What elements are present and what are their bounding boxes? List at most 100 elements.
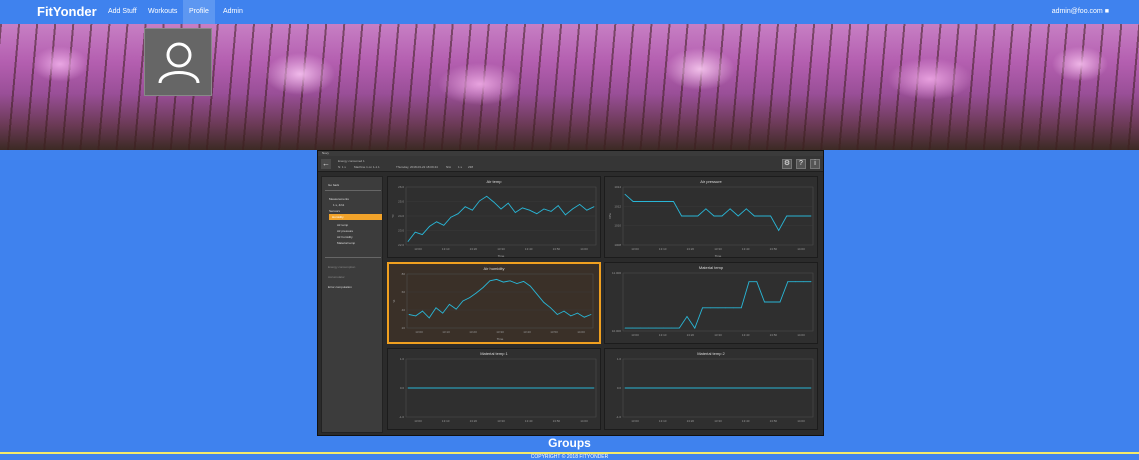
x-tick-label: 13:00 — [415, 330, 423, 334]
sidebar-item-measurements[interactable]: Measurements — [329, 197, 349, 201]
x-tick-label: 13:30 — [714, 333, 722, 337]
data-point — [579, 204, 581, 205]
nav-admin[interactable]: Admin — [217, 0, 249, 24]
nav-profile[interactable]: Profile — [183, 0, 215, 24]
data-point — [469, 297, 471, 299]
sidebar-go-back[interactable]: Go back — [328, 183, 339, 187]
y-tick-label: 40 — [402, 308, 406, 312]
user-menu[interactable]: admin@foo.com ■ — [1052, 0, 1109, 24]
chart-tile-material-temp-2[interactable]: Material temp 2 1.0 0.0 -1.0 13:00 13:10 13:2… — [604, 348, 818, 430]
sidebar-item-accumulator[interactable]: Accumulator — [328, 275, 345, 279]
data-point — [450, 216, 452, 218]
x-tick-label: 13:10 — [659, 419, 667, 423]
x-tick-label: 13:00 — [414, 247, 422, 251]
y-tick-label: 80 — [402, 272, 406, 276]
x-tick-label: 13:50 — [550, 330, 558, 334]
data-point — [496, 279, 498, 280]
data-point — [737, 215, 739, 217]
data-point — [586, 209, 588, 211]
header-field: 1 s — [458, 165, 463, 169]
data-point — [694, 327, 696, 329]
back-arrow-icon[interactable]: ← — [321, 159, 331, 169]
data-point — [689, 215, 691, 217]
chart-tile-air-temp[interactable]: Air temp 26.0 25.0 24.0 23.0 22.0 13:00 13:10 1… — [387, 176, 601, 258]
data-point — [514, 212, 516, 213]
data-point — [543, 301, 545, 303]
sidebar-item-error-computation[interactable]: Error computation — [328, 285, 352, 289]
data-point — [810, 215, 812, 217]
data-point — [733, 307, 734, 309]
data-point — [502, 281, 504, 283]
sidebar-item-air-humidity[interactable]: Air humidity — [337, 235, 353, 239]
nav-workouts[interactable]: Workouts — [142, 0, 183, 24]
data-point — [624, 387, 626, 389]
chart-tile-material-temp[interactable]: Material temp 11.000 10.000 13:00 13:10 13:2… — [604, 262, 818, 344]
x-tick-label: 13:10 — [442, 419, 450, 423]
x-tick-label: 13:50 — [770, 333, 778, 337]
data-point — [647, 327, 649, 329]
data-point — [756, 281, 758, 283]
data-point — [810, 387, 812, 389]
data-point — [493, 201, 495, 203]
x-tick-label: 14:00 — [580, 419, 588, 423]
app-sidebar: Go back Measurements 1 s, 4/11 Sensors H… — [321, 176, 383, 433]
sidebar-item-energy[interactable]: Energy consumption — [328, 265, 355, 269]
sidebar-item-sensors[interactable]: Sensors — [329, 209, 340, 213]
data-point — [784, 387, 785, 389]
sidebar-item-material-temp[interactable]: Material temp — [337, 241, 355, 245]
data-point — [770, 215, 771, 217]
y-tick-label: 22.0 — [398, 243, 404, 247]
header-field: 238 — [468, 165, 474, 169]
data-point — [428, 317, 430, 319]
data-point — [522, 207, 523, 209]
data-point — [414, 231, 416, 233]
sidebar-item-sub[interactable]: 1 s, 4/11 — [333, 203, 344, 207]
sidebar-item-air-temp[interactable]: Air temp — [337, 223, 348, 227]
data-point — [624, 327, 626, 329]
data-point — [740, 307, 742, 309]
chart-air-pressure: 1014 1012 1010 1008 13:00 13:10 13:20 13:30 13:4… — [608, 185, 814, 258]
data-point — [509, 280, 511, 282]
data-point — [486, 195, 488, 197]
chart-tile-air-humidity[interactable]: Air humidity 80 60 40 20 13:00 13:10 13:20 13:3… — [387, 262, 601, 344]
data-point — [713, 215, 715, 217]
data-point — [704, 387, 706, 389]
data-point — [462, 300, 464, 302]
data-point — [721, 215, 723, 217]
chart-tile-air-pressure[interactable]: Air pressure 1014 1012 1010 1008 13:00 13:10 1… — [604, 176, 818, 258]
data-point — [557, 205, 559, 206]
sidebar-item-humidity[interactable]: Humidity — [329, 214, 382, 220]
y-axis-label: % — [392, 299, 396, 302]
x-tick-label: 13:20 — [687, 419, 695, 423]
nav-add-stuff[interactable]: Add Stuff — [102, 0, 143, 24]
x-tick-label: 13:20 — [469, 330, 477, 334]
y-axis-label: °C — [391, 213, 395, 217]
data-point — [540, 387, 542, 389]
data-point — [523, 281, 524, 282]
info-icon[interactable]: i — [810, 159, 820, 169]
x-tick-label: 13:50 — [553, 247, 561, 251]
x-tick-label: 13:40 — [742, 419, 750, 423]
chart-tile-material-temp-1[interactable]: Material temp 1 1.0 0.0 -1.0 13:00 13:10 13:2… — [387, 348, 601, 430]
data-point — [487, 387, 489, 389]
data-point — [702, 307, 703, 309]
brand-logo[interactable]: FitYonder — [37, 4, 97, 19]
x-tick-label: 13:20 — [687, 333, 695, 337]
embedded-app-screenshot: Nuvy ← Energy consumed 1 N: 1 s Machine … — [317, 150, 824, 436]
data-point — [655, 327, 657, 329]
header-title: Energy consumed 1 — [338, 159, 365, 163]
data-point — [556, 314, 558, 315]
x-tick-label: 13:00 — [631, 333, 639, 337]
x-tick-label: 13:20 — [687, 247, 695, 251]
y-tick-label: 1008 — [614, 243, 621, 247]
sidebar-item-air-pressure[interactable]: Air pressure — [337, 229, 353, 233]
data-point — [529, 209, 531, 211]
data-point — [779, 301, 781, 303]
help-icon[interactable]: ? — [796, 159, 806, 169]
footer-copyright: COPYRIGHT © 2018 FITYONDER — [530, 454, 609, 460]
data-point — [810, 281, 812, 283]
chart-material-temp: 11.000 10.000 13:00 13:10 13:20 13:30 13:40 13:… — [612, 271, 814, 337]
gear-icon[interactable]: ⚙ — [782, 159, 792, 169]
data-point — [564, 214, 566, 216]
data-point — [729, 208, 731, 210]
